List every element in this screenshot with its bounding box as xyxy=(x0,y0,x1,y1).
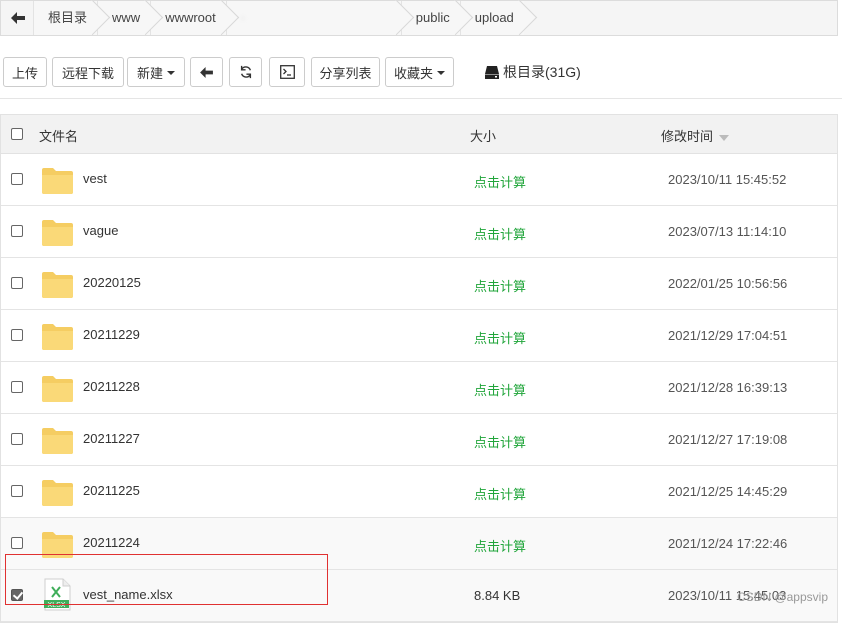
calculate-size-link[interactable]: 点击计算 xyxy=(474,484,526,503)
chevron-down-icon xyxy=(437,71,445,75)
file-name[interactable]: 20211227 xyxy=(83,431,140,446)
file-name[interactable]: vague xyxy=(83,223,118,238)
modified-time: 2023/10/11 15:45:52 xyxy=(668,172,787,187)
row-checkbox[interactable] xyxy=(11,537,23,549)
refresh-icon xyxy=(240,65,251,79)
file-name[interactable]: 20211229 xyxy=(83,327,140,342)
table-row[interactable]: vague 点击计算 2023/07/13 11:14:10 xyxy=(1,206,837,258)
modified-time: 2022/01/25 10:56:56 xyxy=(668,276,788,291)
folder-icon xyxy=(41,318,74,351)
file-list: vest 点击计算 2023/10/11 15:45:52 vague 点击计算 2023… xyxy=(1,154,837,622)
file-name[interactable]: vest xyxy=(83,171,107,186)
breadcrumb-item-redacted[interactable]: · xyxy=(225,1,401,35)
column-header-modified-label: 修改时间 xyxy=(661,129,714,144)
file-name[interactable]: 20220125 xyxy=(83,275,141,290)
upload-label: 上传 xyxy=(11,65,38,81)
sort-desc-icon xyxy=(719,134,730,141)
file-size: 8.84 KB xyxy=(474,588,521,603)
table-row[interactable]: 20220125 点击计算 2022/01/25 10:56:56 xyxy=(1,258,837,310)
table-row[interactable]: 20211225 点击计算 2021/12/25 14:45:29 xyxy=(1,466,837,518)
calculate-size-link[interactable]: 点击计算 xyxy=(474,328,526,347)
row-checkbox[interactable] xyxy=(11,433,23,445)
calculate-size-link[interactable]: 点击计算 xyxy=(474,380,526,399)
chevron-down-icon xyxy=(167,71,175,75)
row-checkbox[interactable] xyxy=(11,173,23,185)
modified-time: 2021/12/24 17:22:46 xyxy=(668,536,788,551)
back-button[interactable] xyxy=(190,57,223,87)
disk-indicator[interactable]: 根目录(31G) xyxy=(485,62,581,82)
folder-icon xyxy=(41,214,74,247)
svg-text:XLSX: XLSX xyxy=(48,602,66,609)
table-row[interactable]: 20211228 点击计算 2021/12/28 16:39:13 xyxy=(1,362,837,414)
terminal-button[interactable] xyxy=(269,57,305,87)
disk-label: 根目录(31G) xyxy=(503,64,581,80)
new-button[interactable]: 新建 xyxy=(127,57,185,87)
calculate-size-link[interactable]: 点击计算 xyxy=(474,432,526,451)
calculate-size-link[interactable]: 点击计算 xyxy=(474,276,526,295)
modified-time: 2023/07/13 11:14:10 xyxy=(668,224,787,239)
refresh-button[interactable] xyxy=(229,57,262,87)
row-checkbox[interactable] xyxy=(11,381,23,393)
excel-file-icon: XLSX xyxy=(41,578,74,611)
remote-download-label: 远程下载 xyxy=(61,65,114,81)
share-list-button[interactable]: 分享列表 xyxy=(311,57,380,87)
back-arrow-icon xyxy=(200,66,213,78)
folder-icon xyxy=(41,474,74,507)
row-checkbox[interactable] xyxy=(11,589,23,601)
calculate-size-link[interactable]: 点击计算 xyxy=(474,224,526,243)
modified-time: 2021/12/28 16:39:13 xyxy=(668,380,788,395)
column-header-size[interactable]: 大小 xyxy=(470,126,496,145)
new-label: 新建 xyxy=(136,65,163,81)
file-table: 文件名 大小 修改时间 vest 点击计算 2023/10/11 15:45:52 v… xyxy=(0,114,838,623)
favorites-label: 收藏夹 xyxy=(393,65,433,81)
select-all-checkbox[interactable] xyxy=(11,128,23,140)
divider xyxy=(0,98,842,99)
breadcrumb-item-root[interactable]: 根目录 xyxy=(33,1,98,35)
table-header: 文件名 大小 修改时间 xyxy=(1,115,837,154)
folder-icon xyxy=(41,370,74,403)
table-row[interactable]: 20211227 点击计算 2021/12/27 17:19:08 xyxy=(1,414,837,466)
terminal-icon xyxy=(279,65,295,79)
row-checkbox[interactable] xyxy=(11,485,23,497)
file-name[interactable]: 20211225 xyxy=(83,483,140,498)
table-row[interactable]: vest 点击计算 2023/10/11 15:45:52 xyxy=(1,154,837,206)
file-name[interactable]: vest_name.xlsx xyxy=(83,587,173,602)
folder-icon xyxy=(41,266,74,299)
table-row[interactable]: XLSX vest_name.xlsx 8.84 KB 2023/10/11 15:4… xyxy=(1,570,837,622)
hard-drive-icon xyxy=(485,65,499,79)
column-header-name[interactable]: 文件名 xyxy=(39,126,78,145)
folder-icon xyxy=(41,162,74,195)
calculate-size-link[interactable]: 点击计算 xyxy=(474,536,526,555)
folder-icon xyxy=(41,422,74,455)
column-header-modified[interactable]: 修改时间 xyxy=(661,126,730,145)
row-checkbox[interactable] xyxy=(11,329,23,341)
back-arrow-icon[interactable] xyxy=(5,5,31,31)
folder-icon xyxy=(41,526,74,559)
share-list-label: 分享列表 xyxy=(319,65,372,81)
table-row[interactable]: 20211224 点击计算 2021/12/24 17:22:46 xyxy=(1,518,837,570)
table-row[interactable]: 20211229 点击计算 2021/12/29 17:04:51 xyxy=(1,310,837,362)
remote-download-button[interactable]: 远程下载 xyxy=(52,57,124,87)
modified-time: 2021/12/27 17:19:08 xyxy=(668,432,788,447)
file-name[interactable]: 20211228 xyxy=(83,379,140,394)
upload-button[interactable]: 上传 xyxy=(3,57,47,87)
file-name[interactable]: 20211224 xyxy=(83,535,140,550)
watermark: CSDN @appsvip xyxy=(737,590,828,604)
row-checkbox[interactable] xyxy=(11,225,23,237)
row-checkbox[interactable] xyxy=(11,277,23,289)
modified-time: 2021/12/25 14:45:29 xyxy=(668,484,788,499)
breadcrumb: 根目录 www wwwroot · public upload xyxy=(0,0,838,36)
favorites-button[interactable]: 收藏夹 xyxy=(385,57,454,87)
modified-time: 2021/12/29 17:04:51 xyxy=(668,328,788,343)
calculate-size-link[interactable]: 点击计算 xyxy=(474,172,526,191)
